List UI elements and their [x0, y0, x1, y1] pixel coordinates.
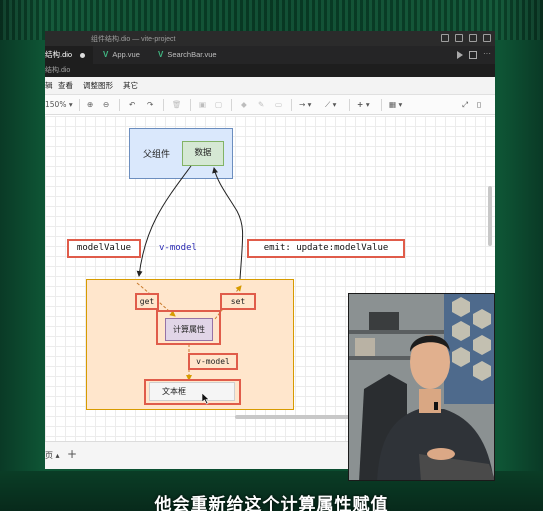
modified-dot-icon: [80, 52, 86, 58]
page-tab[interactable]: 页 ▴: [45, 450, 60, 461]
toolbar-divider: [349, 99, 350, 111]
insert-icon[interactable]: + ▾: [357, 99, 370, 111]
layout-panel-icon[interactable]: [455, 34, 463, 42]
v-model-label: v-model: [159, 243, 197, 253]
run-icon[interactable]: [457, 51, 463, 59]
tab-label: App.vue: [112, 50, 140, 59]
menu-bar: 辑 查看 调整图形 其它: [45, 77, 495, 95]
redo-icon[interactable]: ↷: [147, 99, 153, 111]
v-model-inner-label: v-model: [188, 353, 238, 370]
window-title: 组件结构.dio — vite-project: [91, 36, 176, 43]
toolbar-divider: [119, 99, 120, 111]
emit-up-arrow: [212, 167, 244, 280]
vue-file-icon: V: [158, 50, 164, 59]
waypoints-icon[interactable]: ⟋ ▾: [325, 99, 336, 111]
editor-actions: ···: [457, 50, 491, 59]
zoom-select[interactable]: 150% ▾: [45, 99, 73, 111]
tab-label: SearchBar.vue: [167, 50, 217, 59]
tab-label: 结构.dio: [45, 50, 73, 59]
emit-update-label: emit: update:modelValue: [247, 239, 405, 258]
undo-icon[interactable]: ↶: [129, 99, 135, 111]
toolbar-divider: [190, 99, 191, 111]
table-icon[interactable]: ▦ ▾: [389, 99, 402, 111]
zoom-out-icon[interactable]: ⊖: [103, 99, 109, 111]
v-model-down-arrow: [136, 165, 192, 277]
fill-color-icon[interactable]: ◆: [241, 99, 247, 111]
layout-sidebar-icon[interactable]: [441, 34, 449, 42]
vue-file-icon: V: [103, 50, 109, 59]
title-bar: 组件结构.dio — vite-project: [45, 31, 495, 46]
split-editor-icon[interactable]: [469, 51, 477, 59]
connection-icon[interactable]: → ▾: [299, 99, 311, 111]
menu-edit[interactable]: 辑: [45, 77, 53, 95]
vertical-scrollbar[interactable]: [488, 186, 492, 246]
tab-diagram[interactable]: 结构.dio: [45, 46, 94, 64]
get-label: get: [135, 293, 159, 310]
layout-split-icon[interactable]: [469, 34, 477, 42]
delete-icon[interactable]: 🗑: [172, 99, 182, 111]
set-label: set: [220, 293, 256, 310]
breadcrumb-file[interactable]: 结构.dio: [45, 67, 70, 74]
presenter-video: [349, 294, 494, 480]
add-page-icon[interactable]: +: [67, 447, 77, 461]
mouse-cursor-icon: [202, 393, 210, 405]
toolbar-divider: [291, 99, 292, 111]
webcam-overlay: [348, 293, 495, 481]
layout-customize-icon[interactable]: [483, 34, 491, 42]
to-front-icon[interactable]: ▣: [199, 99, 206, 111]
toolbar-divider: [79, 99, 80, 111]
shadow-icon[interactable]: ▭: [275, 99, 282, 111]
zoom-in-icon[interactable]: ⊕: [87, 99, 93, 111]
menu-view[interactable]: 查看: [58, 77, 73, 95]
toolbar: 150% ▾ ⊕ ⊖ ↶ ↷ 🗑 ▣ ▢ ◆ ✎ ▭ → ▾ ⟋ ▾ + ▾ ▦…: [45, 95, 495, 115]
fullscreen-icon[interactable]: ⤢: [462, 99, 468, 111]
menu-arrange[interactable]: 调整图形: [83, 77, 113, 95]
textbox-element[interactable]: 文本框: [149, 382, 235, 401]
toolbar-divider: [231, 99, 232, 111]
video-subtitle: 他会重新给这个计算属性赋值: [154, 495, 389, 511]
model-value-label: modelValue: [67, 239, 141, 258]
toolbar-divider: [381, 99, 382, 111]
menu-extras[interactable]: 其它: [123, 77, 138, 95]
breadcrumb: 结构.dio: [45, 64, 495, 77]
computed-property-box[interactable]: 计算属性: [165, 318, 213, 341]
window-controls: [441, 34, 491, 42]
tab-bar: 结构.dio V App.vue V SearchBar.vue ···: [45, 46, 495, 64]
more-actions-icon[interactable]: ···: [483, 50, 491, 59]
format-panel-icon[interactable]: ▯: [477, 99, 481, 111]
tab-searchbar-vue[interactable]: V SearchBar.vue: [158, 46, 217, 64]
line-color-icon[interactable]: ✎: [258, 99, 264, 111]
tab-app-vue[interactable]: V App.vue: [103, 46, 140, 64]
to-back-icon[interactable]: ▢: [215, 99, 222, 111]
toolbar-divider: [163, 99, 164, 111]
